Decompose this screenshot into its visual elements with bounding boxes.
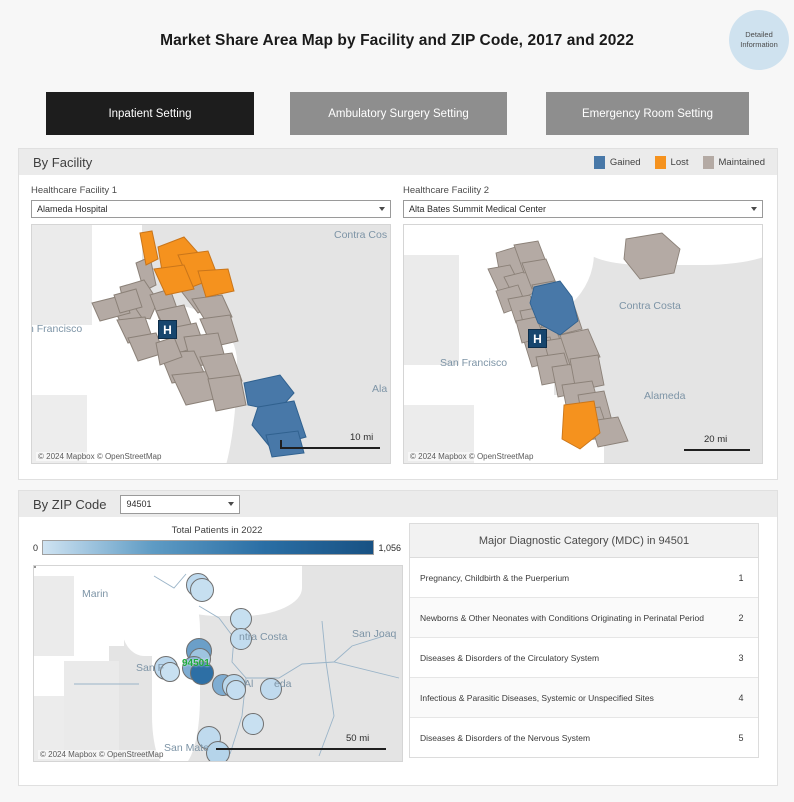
zip-code-selected-value: 94501 (126, 499, 152, 509)
tab-ambulatory-surgery-setting[interactable]: Ambulatory Surgery Setting (290, 92, 507, 135)
zip-bubble[interactable] (230, 608, 252, 630)
tab-ambulatory-label: Ambulatory Surgery Setting (328, 107, 469, 120)
legend-item-gained: Gained (593, 155, 641, 169)
zip-map-attribution: © 2024 Mapbox © OpenStreetMap (38, 750, 166, 759)
zip-code-map[interactable]: 94501 Marin ntra Costa San Joaq San F Al… (33, 565, 403, 762)
facility-1-choropleth (91, 230, 307, 458)
legend-gradient-bar (42, 540, 375, 555)
facility-1-field-label: Healthcare Facility 1 (31, 185, 118, 196)
zip-map-scale-label: 50 mi (346, 733, 370, 744)
facility-2-selected-value: Alta Bates Summit Medical Center (409, 204, 547, 214)
by-facility-header: By Facility Gained Lost Maintained (19, 149, 777, 175)
by-zip-code-body: Total Patients in 2022 0 1,056 94501 Mar… (19, 517, 777, 779)
mdc-table-header: Major Diagnostic Category (MDC) in 94501 (410, 524, 758, 558)
by-zip-code-header: By ZIP Code 94501 (19, 491, 777, 517)
chevron-down-icon (379, 207, 385, 211)
legend-label-lost: Lost (670, 156, 689, 168)
tab-inpatient-label: Inpatient Setting (108, 107, 192, 120)
table-row[interactable]: Newborns & Other Neonates with Condition… (410, 598, 758, 638)
zip-bubble[interactable] (190, 578, 214, 602)
table-row[interactable]: Diseases & Disorders of the Nervous Syst… (410, 718, 758, 757)
zip-bubble[interactable] (242, 713, 264, 735)
zip-code-select[interactable]: 94501 (120, 494, 241, 514)
facility-2-select[interactable]: Alta Bates Summit Medical Center (403, 200, 763, 218)
page-header: Market Share Area Map by Facility and ZI… (0, 0, 794, 84)
chevron-down-icon (751, 207, 757, 211)
facility-2-field-label: Healthcare Facility 2 (403, 185, 490, 196)
facility-1-selected-value: Alameda Hospital (37, 204, 108, 214)
by-facility-body: Healthcare Facility 1 Alameda Hospital H… (19, 175, 777, 464)
market-share-legend: Gained Lost Maintained (593, 149, 765, 175)
table-row[interactable]: Infectious & Parasitic Diseases, Systemi… (410, 678, 758, 718)
legend-label-maintained: Maintained (718, 156, 765, 168)
mdc-category: Diseases & Disorders of the Circulatory … (420, 652, 600, 663)
total-patients-legend-title: Total Patients in 2022 (171, 525, 263, 536)
tab-emergency-room-setting[interactable]: Emergency Room Setting (546, 92, 749, 135)
zip-bubble[interactable] (226, 680, 246, 700)
facility-1-map-attribution: © 2024 Mapbox © OpenStreetMap (36, 452, 164, 461)
facility-2-scale-label: 20 mi (704, 434, 728, 445)
facility-1-scale-label: 10 mi (350, 432, 374, 443)
dashboard-page: Market Share Area Map by Facility and ZI… (0, 0, 794, 802)
by-zip-code-title: By ZIP Code (33, 496, 107, 512)
legend-swatch-gained (593, 155, 605, 169)
facility-2-column: Healthcare Facility 2 Alta Bates Summit … (403, 185, 763, 464)
mdc-category: Infectious & Parasitic Diseases, Systemi… (420, 692, 654, 703)
zip-bubble[interactable] (260, 678, 282, 700)
setting-tab-bar: Inpatient Setting Ambulatory Surgery Set… (0, 92, 794, 136)
mdc-rank: 1 (738, 572, 744, 583)
mdc-rank: 5 (738, 732, 744, 743)
legend-item-lost: Lost (654, 155, 689, 169)
detailed-info-line-2: Information (740, 40, 778, 49)
total-patients-legend: Total Patients in 2022 0 1,056 (33, 525, 401, 555)
table-row[interactable]: Diseases & Disorders of the Circulatory … (410, 638, 758, 678)
by-facility-panel: By Facility Gained Lost Maintained Healt… (18, 148, 778, 480)
mdc-rank: 2 (738, 612, 744, 623)
legend-min-value: 0 (33, 542, 39, 553)
detailed-information-button[interactable]: Detailed Information (729, 10, 789, 70)
facility-2-choropleth (487, 232, 681, 450)
legend-swatch-lost (654, 155, 666, 169)
zip-bubble[interactable] (206, 741, 230, 761)
facility-2-map[interactable]: H Contra Costa San Francisco Alameda 20 … (403, 224, 763, 464)
facility-1-map[interactable]: H Contra Cos n Francisco Ala 10 mi © 202… (31, 224, 391, 464)
zip-bubble[interactable] (160, 662, 180, 682)
facility-2-map-attribution: © 2024 Mapbox © OpenStreetMap (408, 452, 536, 461)
zip-bubble[interactable] (230, 628, 252, 650)
legend-item-maintained: Maintained (702, 155, 765, 169)
table-row[interactable]: Pregnancy, Childbirth & the Puerperium 1 (410, 558, 758, 598)
legend-swatch-maintained (702, 155, 714, 169)
facility-1-hospital-marker: H (158, 320, 177, 339)
facility-1-column: Healthcare Facility 1 Alameda Hospital H… (31, 185, 391, 464)
legend-max-value: 1,056 (378, 542, 401, 553)
by-facility-title: By Facility (33, 154, 93, 170)
detailed-info-line-1: Detailed (745, 30, 773, 39)
chevron-down-icon (228, 502, 235, 506)
page-title: Market Share Area Map by Facility and ZI… (160, 32, 634, 49)
mdc-category: Pregnancy, Childbirth & the Puerperium (420, 572, 570, 583)
mdc-category: Newborns & Other Neonates with Condition… (420, 612, 704, 623)
mdc-table: Major Diagnostic Category (MDC) in 94501… (409, 523, 759, 758)
by-zip-code-panel: By ZIP Code 94501 Total Patients in 2022… (18, 490, 778, 786)
mdc-rank: 4 (738, 692, 744, 703)
tab-inpatient-setting[interactable]: Inpatient Setting (46, 92, 254, 135)
mdc-category: Diseases & Disorders of the Nervous Syst… (420, 732, 591, 743)
legend-label-gained: Gained (609, 156, 641, 168)
facility-2-hospital-marker: H (528, 329, 547, 348)
mdc-rank: 3 (738, 652, 744, 663)
facility-1-select[interactable]: Alameda Hospital (31, 200, 391, 218)
zip-bubble[interactable] (190, 661, 214, 685)
tab-emergency-label: Emergency Room Setting (581, 107, 714, 120)
